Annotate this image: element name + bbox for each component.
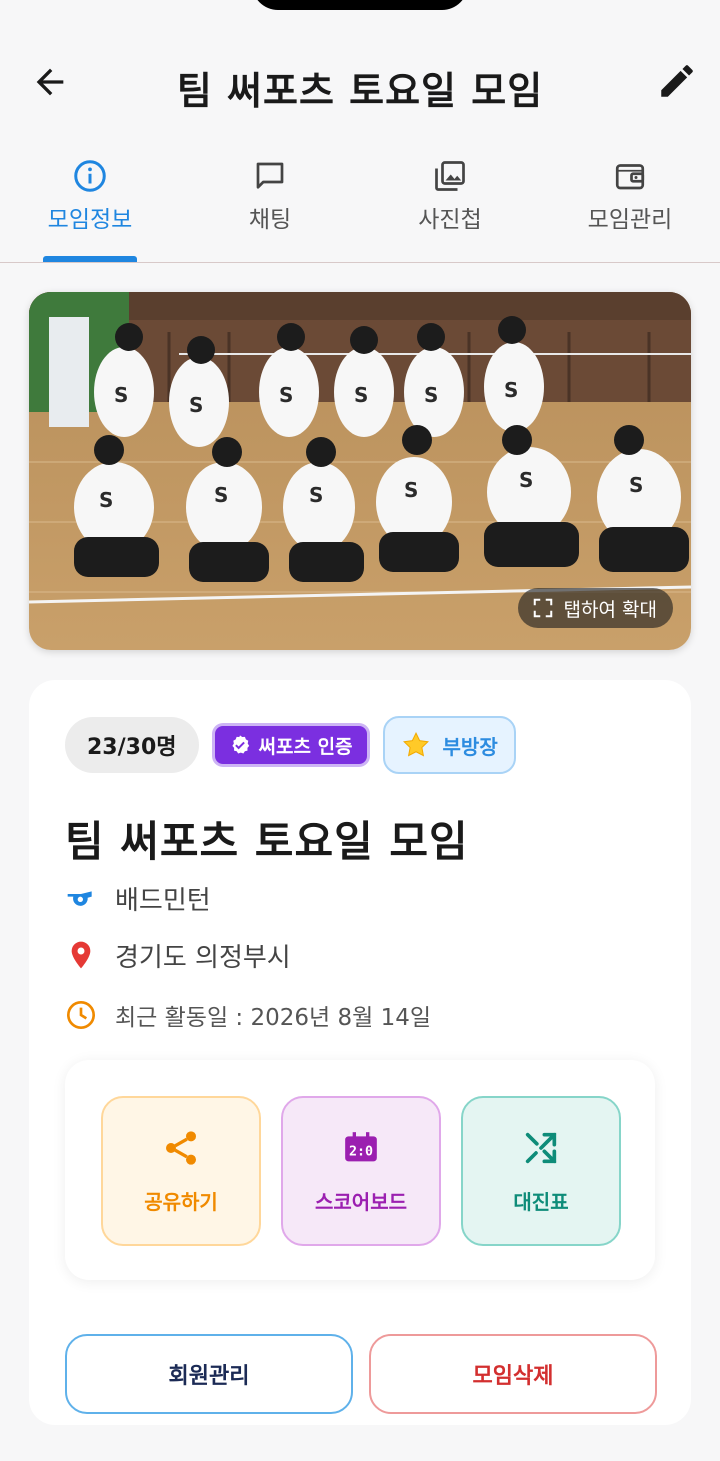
- svg-text:S: S: [214, 483, 228, 507]
- tab-info[interactable]: 모임정보: [0, 150, 180, 262]
- star-icon: [402, 731, 429, 757]
- svg-text:S: S: [504, 378, 518, 402]
- sport-row: 배드민턴: [65, 878, 211, 918]
- wallet-icon: [615, 164, 645, 190]
- svg-text:S: S: [519, 468, 533, 492]
- group-photo[interactable]: S S S S S S S S S S S S 탭하여 확대: [29, 292, 691, 650]
- gallery-icon: [435, 161, 465, 191]
- chat-icon: [256, 162, 284, 189]
- status-notch: [252, 0, 468, 10]
- tab-chat[interactable]: 채팅: [180, 150, 360, 262]
- share-label: 공유하기: [144, 1190, 218, 1214]
- delete-group-button[interactable]: 모임삭제: [369, 1334, 657, 1414]
- active-tab-indicator: [43, 256, 137, 262]
- edit-pencil-icon[interactable]: [656, 60, 698, 102]
- svg-text:S: S: [114, 383, 128, 407]
- quick-actions: 공유하기 2:0 스코어보드 대진표: [65, 1060, 655, 1280]
- badge-row: 23/30명 써포츠 인증 부방장: [65, 716, 516, 774]
- tab-manage[interactable]: 모임관리: [540, 150, 720, 262]
- tab-label: 모임정보: [47, 207, 133, 233]
- location-pin-icon: [71, 941, 91, 969]
- group-info-card: 23/30명 써포츠 인증 부방장 팀 써포츠 토요일 모임 배드민턴 경기도 …: [29, 680, 691, 1425]
- role-label: 부방장: [442, 734, 498, 759]
- svg-text:S: S: [629, 473, 643, 497]
- activity-row: 최근 활동일 : 2026년 8월 14일: [65, 995, 431, 1035]
- page-title: 팀 써포츠 토요일 모임: [176, 69, 544, 113]
- verified-icon: [231, 735, 249, 754]
- location-label: 경기도 의정부시: [115, 942, 291, 973]
- share-icon: [166, 1131, 196, 1165]
- info-icon: [74, 160, 106, 192]
- svg-text:S: S: [404, 478, 418, 502]
- bracket-label: 대진표: [513, 1190, 569, 1214]
- svg-text:S: S: [189, 393, 203, 417]
- app-bar: 팀 써포츠 토요일 모임: [0, 40, 720, 124]
- scoreboard-button[interactable]: 2:0 스코어보드: [281, 1096, 441, 1246]
- tab-label: 채팅: [248, 207, 292, 233]
- member-count-badge: 23/30명: [65, 717, 199, 773]
- manage-members-button[interactable]: 회원관리: [65, 1334, 353, 1414]
- last-activity-label: 최근 활동일 : 2026년 8월 14일: [115, 1005, 432, 1031]
- scoreboard-icon: 2:0: [345, 1132, 377, 1162]
- sport-label: 배드민턴: [115, 885, 211, 916]
- whistle-icon: [67, 891, 92, 906]
- svg-text:S: S: [279, 383, 293, 407]
- share-button[interactable]: 공유하기: [101, 1096, 261, 1246]
- tab-label: 모임관리: [587, 207, 673, 233]
- svg-text:S: S: [354, 383, 368, 407]
- zoom-label: 탭하여 확대: [563, 598, 657, 621]
- svg-text:2:0: 2:0: [349, 1145, 373, 1160]
- group-name: 팀 써포츠 토요일 모임: [65, 817, 469, 866]
- svg-text:S: S: [424, 383, 438, 407]
- svg-text:S: S: [99, 488, 113, 512]
- shuffle-icon: [525, 1132, 557, 1164]
- tab-gallery[interactable]: 사진첩: [360, 150, 540, 262]
- role-badge: 부방장: [382, 716, 516, 774]
- scoreboard-label: 스코어보드: [315, 1190, 407, 1214]
- clock-icon: [67, 1001, 95, 1029]
- fullscreen-icon: [533, 598, 552, 618]
- location-row: 경기도 의정부시: [65, 935, 291, 975]
- tap-to-zoom-hint[interactable]: 탭하여 확대: [517, 588, 673, 628]
- tab-label: 사진첩: [418, 207, 482, 233]
- certified-label: 써포츠 인증: [258, 735, 353, 758]
- svg-text:S: S: [309, 483, 323, 507]
- bracket-button[interactable]: 대진표: [461, 1096, 621, 1246]
- certified-badge: 써포츠 인증: [214, 726, 367, 764]
- tab-bar: 모임정보 채팅 사진첩 모임관리: [0, 150, 720, 263]
